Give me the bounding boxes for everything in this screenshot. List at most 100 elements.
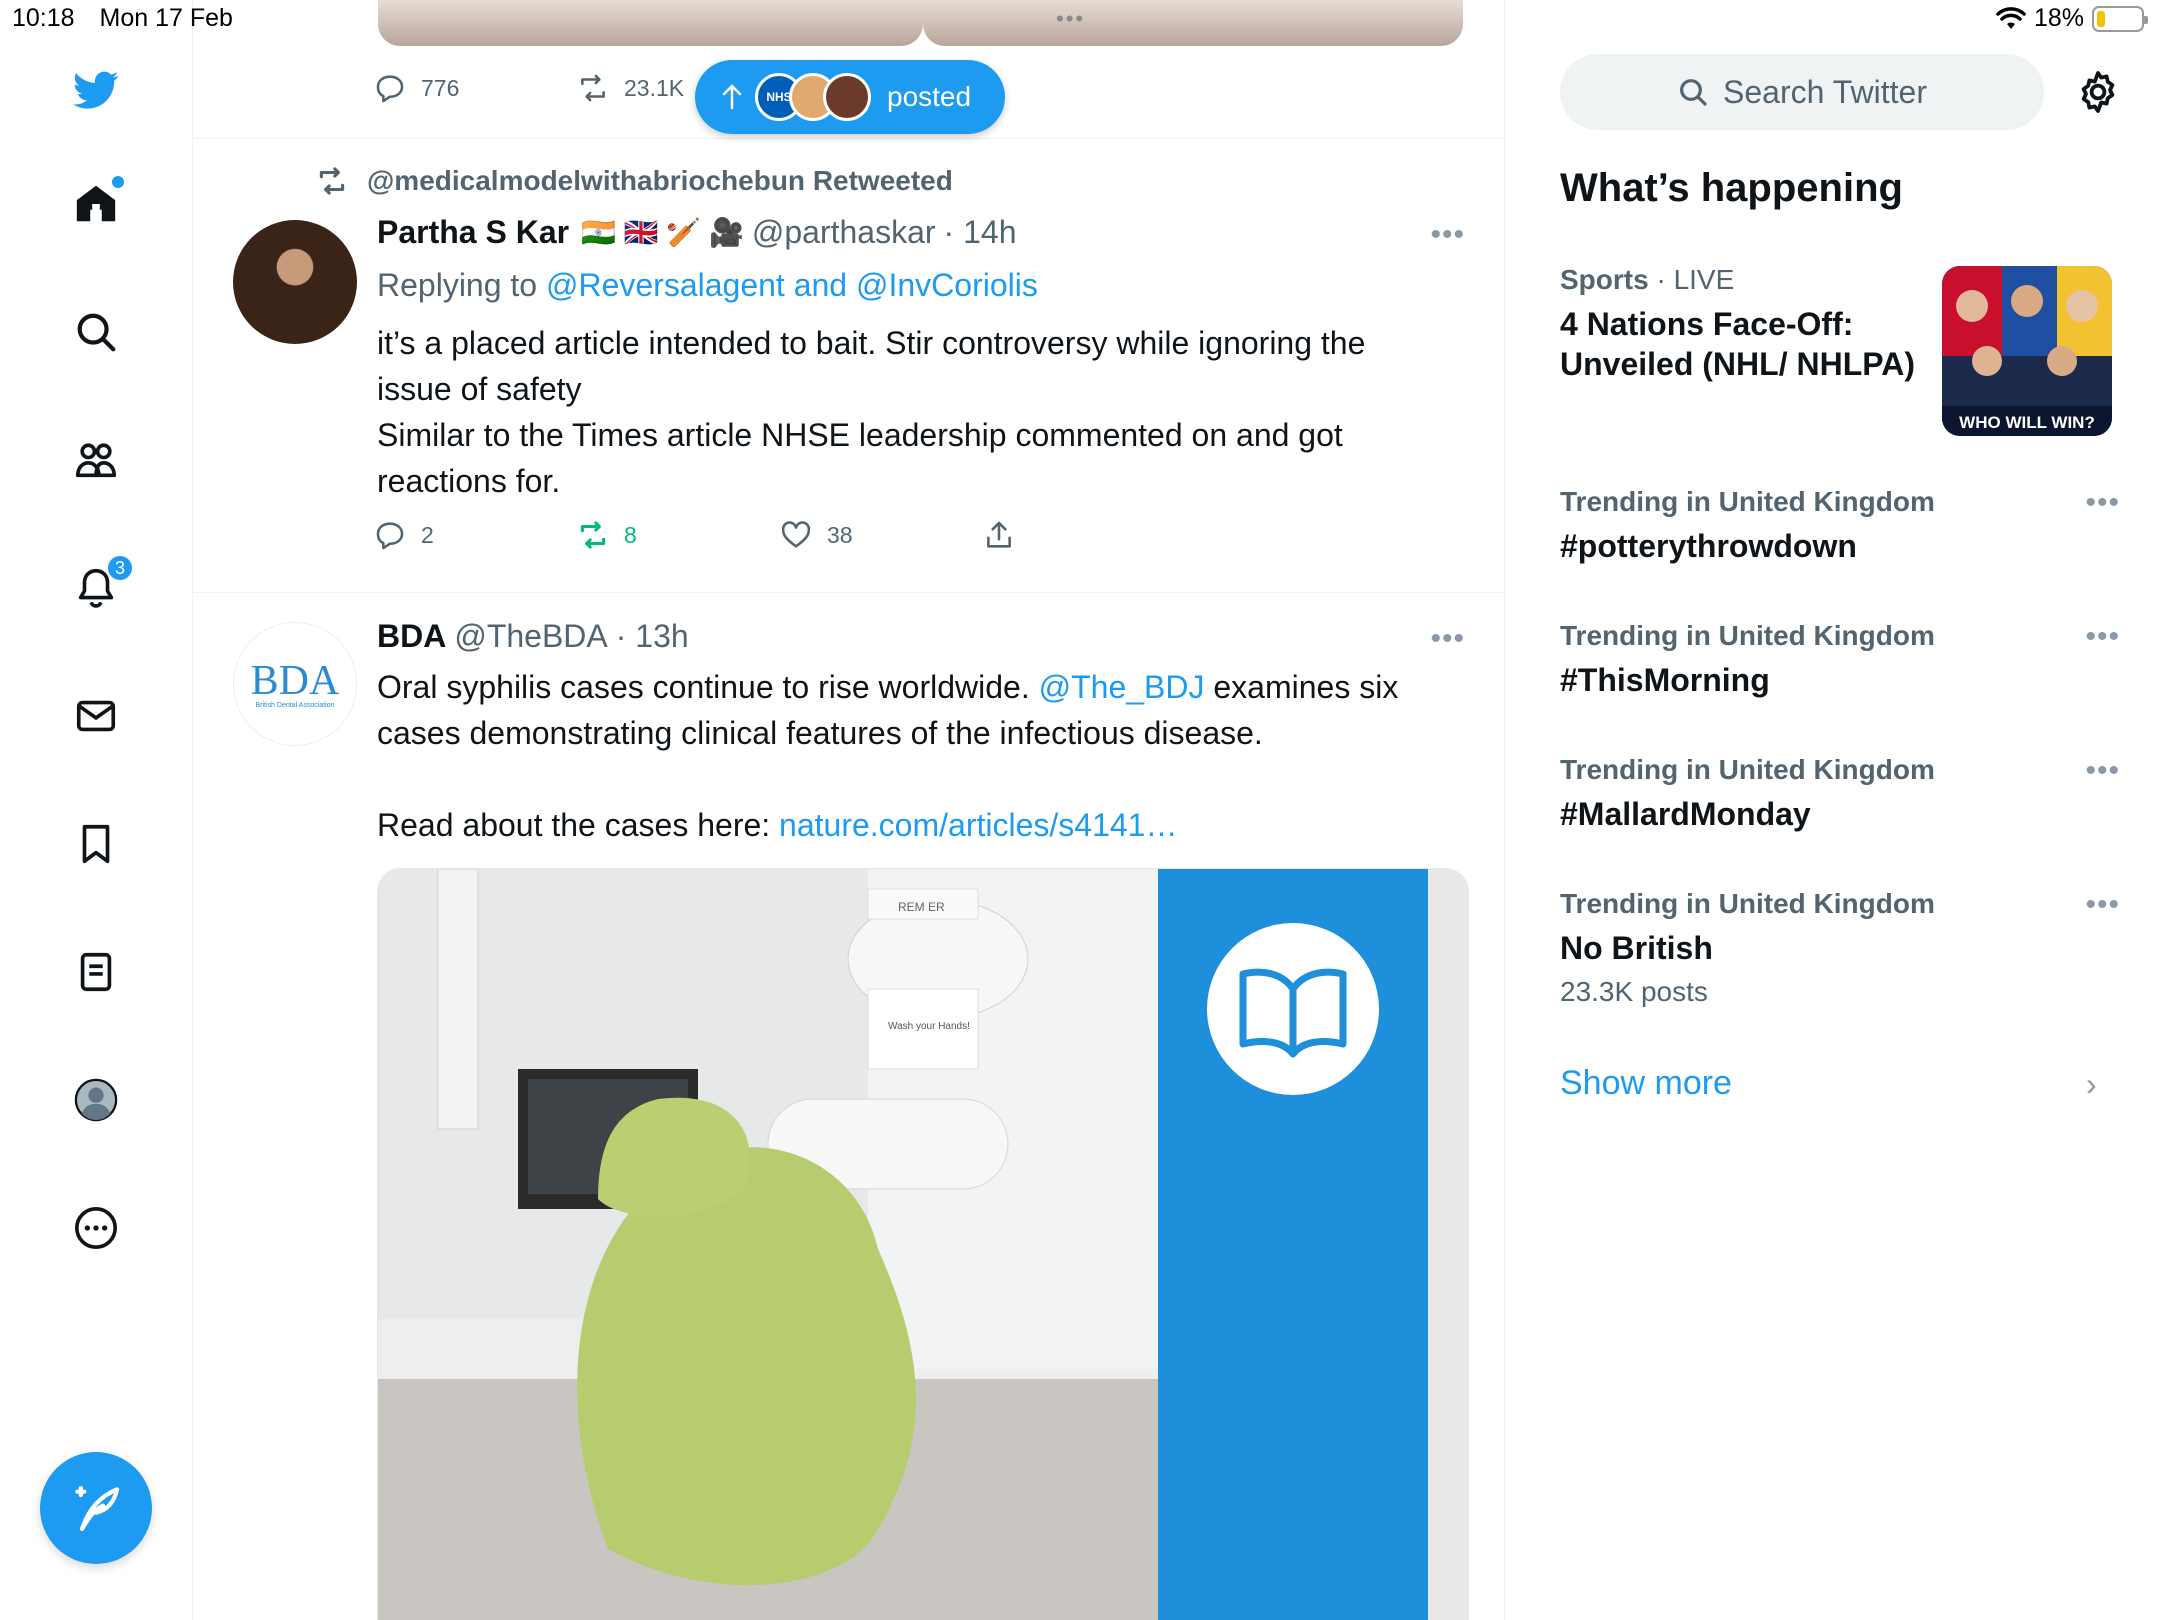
replying-to-mentions[interactable]: @Reversalagent and @InvCoriolis <box>546 267 1038 303</box>
retweeted-by-text: @medicalmodelwithabriochebun Retweeted <box>367 165 953 196</box>
author-handle[interactable]: @parthaskar <box>752 214 936 251</box>
pill-avatar-3 <box>823 73 871 121</box>
more-icon <box>75 1207 117 1249</box>
lists-icon <box>80 952 112 992</box>
retweet-icon <box>581 74 605 102</box>
tweet-text: Oral syphilis cases continue to rise wor… <box>377 669 1399 843</box>
tweet-more-icon[interactable]: ••• <box>1430 622 1465 656</box>
reminder-sign-text: REM ER <box>898 900 945 914</box>
battery-level <box>2097 10 2105 27</box>
mention-the-bdj[interactable]: @The_BDJ <box>1039 669 1205 705</box>
trend-more-icon[interactable]: ••• <box>2085 620 2120 654</box>
status-time: 10:18 <box>12 4 75 32</box>
trend-title: 4 Nations Face-Off: Unveiled (NHL/ NHLPA… <box>1560 306 1915 382</box>
previous-tweet-actions: 776 23.1K <box>373 66 684 110</box>
compose-tweet-button[interactable] <box>40 1452 152 1564</box>
battery-icon <box>2092 5 2148 32</box>
article-link[interactable]: nature.com/articles/s4141… <box>779 807 1177 843</box>
share-icon <box>987 521 1011 548</box>
trend-context: Trending in United Kingdom <box>1560 620 1935 651</box>
bookmarks-icon <box>82 824 110 864</box>
tweet-partha[interactable]: @medicalmodelwithabriochebun Retweeted P… <box>193 138 1504 592</box>
nav-more[interactable] <box>60 1192 132 1264</box>
trend-context: Trending in United Kingdom <box>1560 888 1935 919</box>
trend-more-icon[interactable]: ••• <box>2085 888 2120 922</box>
whats-happening-title: What’s happening <box>1560 166 1903 210</box>
messages-icon <box>76 700 116 732</box>
tweet-time[interactable]: · 14h <box>944 214 1017 251</box>
pill-label: posted <box>887 81 972 112</box>
show-more-link[interactable]: Show more <box>1560 1064 1732 1103</box>
replying-to: Replying to @Reversalagent and @InvCorio… <box>377 267 1038 303</box>
tweet-bda[interactable]: BDA British Dental Association BDA @TheB… <box>193 592 1504 1620</box>
retweet-count: 23.1K <box>624 74 685 101</box>
trend-item[interactable]: Trending in United Kingdom #MallardMonda… <box>1560 754 2120 834</box>
nav-notifications[interactable]: 3 <box>60 552 134 624</box>
share-button[interactable] <box>982 518 1185 552</box>
sports-thumbnail-image[interactable]: WHO WILL WIN? <box>1942 266 2112 436</box>
wash-hands-sign-text: Wash your Hands! <box>888 1021 970 1032</box>
nav-messages[interactable] <box>60 680 132 752</box>
search-box[interactable]: Search Twitter <box>1560 54 2044 130</box>
search-icon <box>1680 79 1707 106</box>
like-count: 38 <box>827 521 853 548</box>
nav-bookmarks[interactable] <box>60 808 132 880</box>
reply-button[interactable]: 776 <box>373 71 576 105</box>
heart-icon <box>781 521 811 548</box>
trend-more-icon[interactable]: ••• <box>2085 754 2120 788</box>
thumbnail-caption: WHO WILL WIN? <box>1959 413 2095 432</box>
reply-icon <box>376 522 404 550</box>
battery-percent: 18% <box>2033 4 2084 32</box>
communities-icon <box>75 443 117 478</box>
author-flags: 🇮🇳 🇬🇧 🏏 🎥 <box>581 217 744 248</box>
arrow-up-icon <box>722 84 742 110</box>
reply-count: 776 <box>421 74 460 101</box>
tweet-actions: 2 8 38 <box>373 518 1185 552</box>
trend-item[interactable]: Trending in United Kingdom #potterythrow… <box>1560 486 2120 566</box>
search-placeholder: Search Twitter <box>1723 73 1927 110</box>
tweet-time[interactable]: · 13h <box>616 618 689 655</box>
author-handle[interactable]: @TheBDA <box>454 618 607 655</box>
multitasking-dots-icon[interactable]: ••• <box>1056 6 1085 32</box>
author-name[interactable]: Partha S Kar <box>377 214 569 251</box>
reply-icon <box>376 75 404 103</box>
avatar[interactable]: BDA British Dental Association <box>233 622 357 746</box>
nav-search[interactable] <box>60 296 132 368</box>
trend-category: Sports <box>1560 264 1649 295</box>
retweeted-by: @medicalmodelwithabriochebun Retweeted <box>315 164 953 198</box>
status-bar: 10:18 Mon 17 Feb ••• 18% <box>0 0 2160 40</box>
retweet-button[interactable]: 8 <box>576 518 779 552</box>
profile-icon <box>74 1078 118 1122</box>
tweet-media-image[interactable]: REM ER Wash your Hands! <box>377 868 1469 1620</box>
chevron-right-icon: › <box>2086 1066 2097 1102</box>
retweet-button[interactable]: 23.1K <box>576 71 684 105</box>
retweet-icon <box>580 521 606 549</box>
settings-gear-icon[interactable] <box>2074 68 2122 116</box>
trend-context: Trending in United Kingdom <box>1560 754 1935 785</box>
home-icon <box>76 185 116 222</box>
home-timeline[interactable]: 776 23.1K NHS posted @medicalmodelwithab… <box>193 0 1505 1620</box>
nav-lists[interactable] <box>60 936 132 1008</box>
nav-communities[interactable] <box>60 424 132 496</box>
author-name[interactable]: BDA <box>377 618 446 655</box>
trend-title: #ThisMorning <box>1560 662 1770 698</box>
trend-more-icon[interactable]: ••• <box>2085 486 2120 520</box>
left-navigation: 3 <box>0 0 193 1620</box>
search-icon <box>77 313 116 352</box>
right-sidebar: Search Twitter What’s happening Sports ·… <box>1506 0 2160 1620</box>
dental-clinic-image: REM ER Wash your Hands! <box>378 869 1468 1620</box>
status-date: Mon 17 Feb <box>99 4 233 32</box>
twitter-logo-icon[interactable] <box>60 54 132 126</box>
new-posts-pill[interactable]: NHS posted <box>695 60 1005 134</box>
reply-button[interactable]: 2 <box>373 518 576 552</box>
bda-logo-subtext: British Dental Association <box>255 701 335 709</box>
nav-profile[interactable] <box>60 1064 132 1136</box>
avatar[interactable] <box>233 220 357 344</box>
tweet-more-icon[interactable]: ••• <box>1430 218 1465 252</box>
like-button[interactable]: 38 <box>779 518 982 552</box>
retweet-count: 8 <box>624 521 637 548</box>
reply-count: 2 <box>421 521 434 548</box>
nav-home[interactable] <box>60 168 132 240</box>
trend-item[interactable]: Trending in United Kingdom No British 23… <box>1560 888 2120 1008</box>
trend-item[interactable]: Trending in United Kingdom #ThisMorning … <box>1560 620 2120 700</box>
